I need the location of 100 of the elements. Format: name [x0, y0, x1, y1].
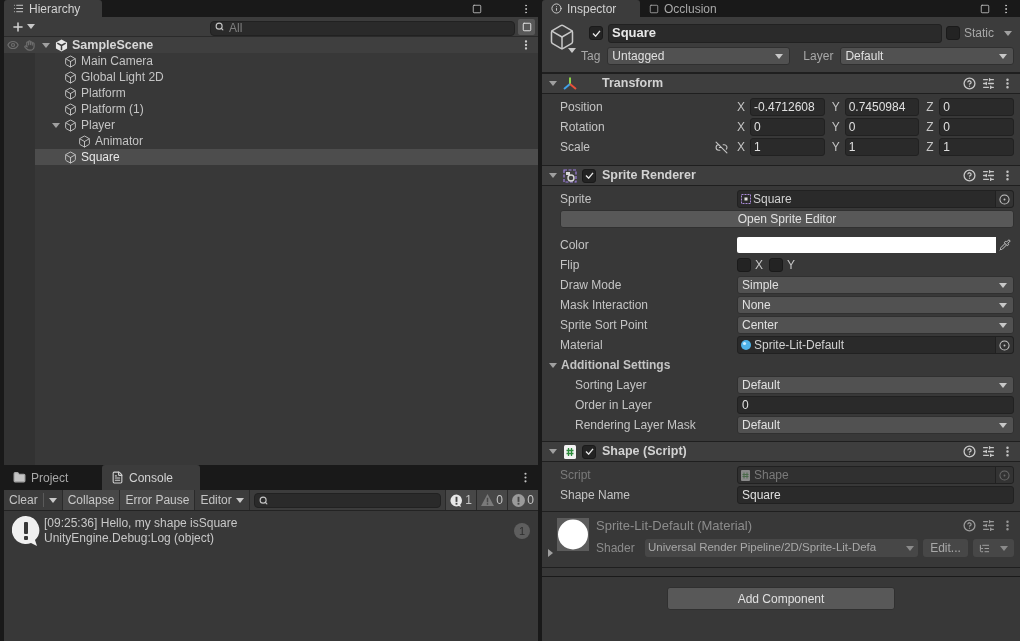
help-icon[interactable] [963, 169, 976, 182]
field-label: Position [560, 99, 603, 116]
input-field[interactable]: Square [737, 486, 1014, 504]
caret-down-icon[interactable] [549, 362, 557, 368]
toggle-button[interactable]: Collapse [62, 490, 121, 510]
number-field[interactable]: 1 [750, 138, 825, 156]
checkbox[interactable] [582, 444, 596, 459]
log-count-toggle[interactable]: 0 [507, 490, 538, 510]
caret-right-icon[interactable] [548, 549, 553, 557]
dropdown[interactable]: Simple [737, 276, 1014, 294]
checkbox[interactable] [737, 258, 751, 272]
field-label: Sprite Sort Point [560, 317, 648, 334]
panel-tab[interactable]: Hierarchy [4, 0, 102, 17]
checkbox[interactable] [582, 168, 596, 183]
caret-down-icon[interactable] [42, 42, 50, 48]
square-icon[interactable] [980, 4, 990, 14]
scene-header[interactable]: SampleScene [4, 37, 538, 53]
add-component-button[interactable]: Add Component [667, 587, 895, 610]
window-button[interactable] [518, 18, 535, 35]
panel-tab[interactable]: Console [102, 465, 200, 490]
square-icon[interactable] [472, 4, 482, 14]
sliders-icon[interactable] [982, 519, 995, 532]
caret-down-icon[interactable] [1004, 30, 1012, 36]
open-sprite-editor-button[interactable]: Open Sprite Editor [560, 210, 1014, 228]
circle-preview-icon [557, 518, 589, 551]
help-icon[interactable] [963, 519, 976, 532]
dropdown-button[interactable]: Editor [195, 490, 250, 510]
hierarchy-item[interactable]: Platform (1) [64, 101, 144, 117]
caret-down-icon [999, 302, 1007, 308]
list-icon [13, 3, 24, 14]
exclamation-bubble-icon [12, 516, 40, 546]
number-field[interactable]: 0 [939, 118, 1014, 136]
number-field[interactable]: 1 [844, 138, 920, 156]
panel-tab[interactable]: Inspector [542, 0, 640, 17]
hierarchy-item[interactable]: Square [35, 149, 538, 165]
caret-down-icon[interactable] [52, 122, 60, 128]
axis-label: Y [831, 99, 841, 116]
sliders-icon[interactable] [982, 77, 995, 90]
dropdown[interactable]: Default [737, 376, 1014, 394]
dropdown[interactable]: Default [737, 416, 1014, 434]
hierarchy-item[interactable]: Global Light 2D [64, 69, 164, 85]
dropdown[interactable]: Center [737, 316, 1014, 334]
toggle-button[interactable]: Error Pause [120, 490, 196, 510]
hierarchy-item[interactable]: Animator [78, 133, 144, 149]
caret-down-icon[interactable] [549, 173, 557, 178]
list-dropdown-button[interactable] [973, 539, 1014, 557]
field-label: Shape Name [560, 487, 631, 504]
list-icon [979, 542, 990, 554]
component-header[interactable]: Transform [542, 73, 1020, 94]
caret-down-icon[interactable] [549, 81, 557, 86]
static-label: Static [964, 25, 994, 42]
number-field[interactable]: -0.4712608 [750, 98, 825, 116]
name-field[interactable]: Square [608, 23, 942, 43]
shader-dropdown[interactable]: Universal Render Pipeline/2D/Sprite-Lit-Defa [645, 539, 918, 557]
help-icon[interactable] [963, 77, 976, 90]
dropdown[interactable]: None [737, 296, 1014, 314]
number-field[interactable]: 0 [844, 118, 920, 136]
log-count-toggle[interactable]: 0 [476, 490, 507, 510]
checkbox[interactable] [946, 26, 960, 40]
field-label: Rendering Layer Mask [575, 417, 696, 434]
field-label: Color [560, 237, 589, 254]
material-title: Sprite-Lit-Default (Material) [596, 516, 753, 535]
exclamation-bubble-icon [450, 493, 464, 507]
layer-dropdown[interactable]: Default [840, 47, 1014, 65]
log-count-toggle[interactable]: 1 [445, 490, 476, 510]
input-field[interactable]: 0 [737, 396, 1014, 414]
axis-label: Y [831, 119, 841, 136]
color-swatch[interactable] [737, 237, 996, 253]
caret-down-icon [48, 497, 57, 503]
number-field[interactable]: 1 [939, 138, 1014, 156]
object-field[interactable]: Square [737, 190, 1014, 208]
checkbox[interactable] [769, 258, 783, 272]
object-field[interactable]: Sprite-Lit-Default [737, 336, 1014, 354]
caret-down-icon[interactable] [549, 449, 557, 454]
component-header[interactable]: Shape (Script) [542, 441, 1020, 462]
number-field[interactable]: 0.7450984 [844, 98, 920, 116]
number-field[interactable]: 0 [750, 118, 825, 136]
search-field[interactable] [253, 492, 441, 508]
unlinked-icon[interactable] [715, 140, 728, 154]
search-field[interactable]: All [210, 20, 515, 36]
panel-tab[interactable]: Occlusion [640, 0, 738, 17]
target-icon[interactable] [999, 193, 1010, 205]
caret-down-icon [999, 282, 1007, 288]
sliders-icon[interactable] [982, 445, 995, 458]
sliders-icon[interactable] [982, 169, 995, 182]
tag-dropdown[interactable]: Untagged [607, 47, 791, 65]
panel-tab[interactable]: Project [4, 465, 102, 490]
hierarchy-item[interactable]: Main Camera [64, 53, 154, 69]
component-header[interactable]: Sprite Renderer [542, 165, 1020, 186]
hierarchy-item[interactable]: Platform [64, 85, 126, 101]
hierarchy-item[interactable]: Player [52, 117, 115, 133]
cube-icon[interactable] [548, 23, 576, 51]
target-icon[interactable] [999, 339, 1010, 351]
checkmark-icon [584, 172, 594, 179]
checkbox[interactable] [589, 26, 603, 40]
number-field[interactable]: 0 [939, 98, 1014, 116]
field-label: Draw Mode [560, 277, 622, 294]
help-icon[interactable] [963, 445, 976, 458]
eyedropper-icon[interactable] [999, 239, 1011, 251]
edit-button[interactable]: Edit... [923, 539, 968, 557]
